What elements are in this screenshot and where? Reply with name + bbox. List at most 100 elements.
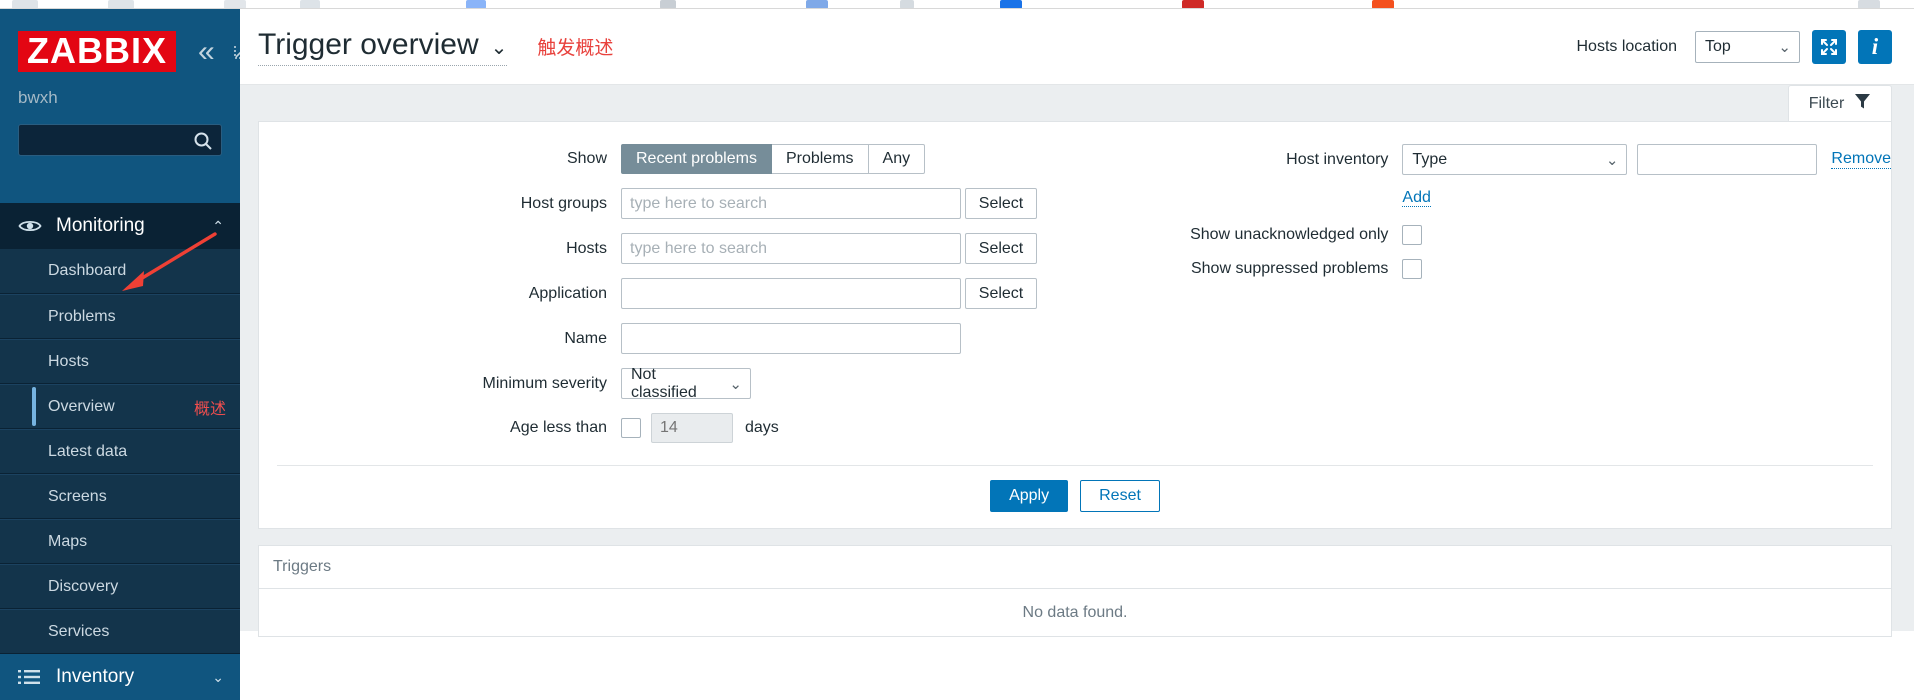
sidebar-item-label: Discovery <box>48 577 119 595</box>
bookmark-mark <box>300 0 320 8</box>
funnel-icon <box>1854 93 1871 115</box>
sidebar-section-label-inventory: Inventory <box>56 666 135 687</box>
host-inventory-field-value: Type <box>1412 150 1448 168</box>
logo-row: ZABBIX « <box>0 9 248 73</box>
host-groups-label: Host groups <box>520 194 607 212</box>
bookmark-mark <box>1372 0 1394 8</box>
chevron-down-icon: ⌄ <box>490 36 508 59</box>
sidebar: ZABBIX « bwxh Monitoring ⌃ Dashboard Pro… <box>0 9 248 700</box>
show-option-problems[interactable]: Problems <box>771 144 869 174</box>
sidebar-item-latest-data[interactable]: Latest data <box>0 429 240 474</box>
sidebar-item-problems[interactable]: Problems <box>0 294 240 339</box>
chevron-down-icon: ⌄ <box>212 668 224 685</box>
no-data-message: No data found. <box>1022 603 1128 621</box>
age-less-than-checkbox[interactable] <box>621 418 641 438</box>
apply-button[interactable]: Apply <box>990 480 1069 512</box>
triggers-empty-state: No data found. <box>258 589 1892 637</box>
bookmark-mark <box>806 0 828 8</box>
sidebar-section-monitoring[interactable]: Monitoring ⌃ <box>0 203 240 249</box>
filter-row-application: Application Select <box>259 278 1132 309</box>
sidebar-item-label: Latest data <box>48 442 128 460</box>
content-area: Trigger overview ⌄ 触发概述 Hosts location T… <box>240 9 1914 637</box>
sidebar-section-label-monitoring: Monitoring <box>56 215 145 236</box>
sidebar-item-label: Dashboard <box>48 262 127 279</box>
show-suppressed-problems-label: Show suppressed problems <box>1190 260 1389 277</box>
page-title-text: Trigger overview <box>258 27 479 61</box>
sidebar-monitoring-items: Dashboard Problems Hosts Overview 概述 Lat… <box>0 249 240 654</box>
minimum-severity-label: Minimum severity <box>482 374 607 392</box>
search-box[interactable] <box>18 124 222 157</box>
bookmark-mark <box>224 0 246 8</box>
filter-column-left: Show Recent problems Problems Any Host g… <box>259 144 1132 457</box>
host-inventory-field-select[interactable]: Type ⌄ <box>1402 144 1628 175</box>
show-option-any[interactable]: Any <box>868 144 926 174</box>
filter-column-right: Host inventory Type ⌄ Remove Add Show un… <box>1132 144 1891 457</box>
sidebar-item-services[interactable]: Services <box>0 609 240 654</box>
sidebar-header: ZABBIX « bwxh <box>0 9 248 203</box>
sidebar-item-hosts[interactable]: Hosts <box>0 339 240 384</box>
age-less-than-label: Age less than <box>510 419 607 436</box>
hosts-select-button[interactable]: Select <box>965 233 1037 264</box>
search-icon[interactable] <box>191 129 215 153</box>
info-icon[interactable]: i <box>1858 29 1892 64</box>
host-inventory-label: Host inventory <box>1286 150 1389 168</box>
filter-row-host-groups: Host groups Select <box>259 188 1132 219</box>
filter-row-show: Show Recent problems Problems Any <box>259 144 1132 174</box>
zabbix-app: ZABBIX « bwxh Monitoring ⌃ Dashboard Pro… <box>0 9 1914 700</box>
page-title[interactable]: Trigger overview ⌄ <box>258 27 508 66</box>
chevron-down-icon: ⌄ <box>1605 152 1619 169</box>
bookmark-mark <box>1000 0 1022 8</box>
show-unacknowledged-only-label: Show unacknowledged only <box>1190 226 1389 243</box>
filter-tabstrip: Filter <box>240 85 1914 121</box>
sidebar-item-label: Hosts <box>48 352 89 370</box>
minimum-severity-value: Not classified <box>631 365 697 401</box>
host-inventory-add-link[interactable]: Add <box>1402 189 1431 207</box>
collapse-chevrons-icon[interactable]: « <box>198 36 215 67</box>
reset-button[interactable]: Reset <box>1080 480 1160 512</box>
browser-bookmarks-sliver <box>0 0 1914 9</box>
sidebar-item-label: Screens <box>48 487 107 505</box>
bookmark-mark <box>12 0 38 8</box>
sidebar-item-maps[interactable]: Maps <box>0 519 240 564</box>
filter-panel: Show Recent problems Problems Any Host g… <box>258 121 1892 529</box>
host-groups-input[interactable] <box>621 188 961 219</box>
filter-row-show-unacknowledged-only: Show unacknowledged only <box>1132 225 1891 245</box>
sidebar-section-inventory[interactable]: Inventory ⌄ <box>0 654 240 700</box>
eye-icon <box>18 218 48 234</box>
filter-row-host-inventory: Host inventory Type ⌄ Remove <box>1132 144 1891 175</box>
age-less-than-unit: days <box>745 419 779 436</box>
host-inventory-value-input[interactable] <box>1637 144 1818 175</box>
hosts-input[interactable] <box>621 233 961 264</box>
sidebar-item-discovery[interactable]: Discovery <box>0 564 240 609</box>
triggers-section: Triggers No data found. <box>258 545 1892 637</box>
filter-actions: Apply Reset <box>277 465 1873 528</box>
sidebar-item-overview[interactable]: Overview 概述 <box>0 384 240 429</box>
show-unacknowledged-only-checkbox[interactable] <box>1402 225 1423 245</box>
application-select-button[interactable]: Select <box>965 278 1037 309</box>
sidebar-item-screens[interactable]: Screens <box>0 474 240 519</box>
bookmark-mark <box>466 0 486 8</box>
filter-row-age-less-than: Age less than days <box>259 413 1132 443</box>
filter-tab-label: Filter <box>1808 94 1845 112</box>
sidebar-item-overview-annotation: 概述 <box>193 398 226 418</box>
host-groups-select-button[interactable]: Select <box>965 188 1037 219</box>
zabbix-logo[interactable]: ZABBIX <box>18 31 176 73</box>
sidebar-user-name: bwxh <box>18 88 58 108</box>
name-input[interactable] <box>621 323 961 354</box>
name-label: Name <box>564 329 607 347</box>
hosts-label: Hosts <box>566 239 607 257</box>
application-input[interactable] <box>621 278 961 309</box>
age-less-than-input[interactable] <box>651 413 733 443</box>
tab-filter[interactable]: Filter <box>1788 85 1892 121</box>
chevron-down-icon: ⌄ <box>729 376 742 393</box>
show-option-recent-problems[interactable]: Recent problems <box>621 144 772 174</box>
hosts-location-select[interactable]: Top ⌄ <box>1695 30 1800 63</box>
filter-row-show-suppressed-problems: Show suppressed problems <box>1132 259 1891 279</box>
fullscreen-icon[interactable] <box>1812 29 1846 64</box>
host-inventory-remove-link[interactable]: Remove <box>1831 150 1891 169</box>
sidebar-item-label: Maps <box>48 532 88 550</box>
minimum-severity-select[interactable]: Not classified ⌄ <box>621 365 751 401</box>
show-suppressed-problems-checkbox[interactable] <box>1402 259 1423 279</box>
filter-row-hosts: Hosts Select <box>259 233 1132 264</box>
sidebar-item-dashboard[interactable]: Dashboard <box>0 249 240 294</box>
